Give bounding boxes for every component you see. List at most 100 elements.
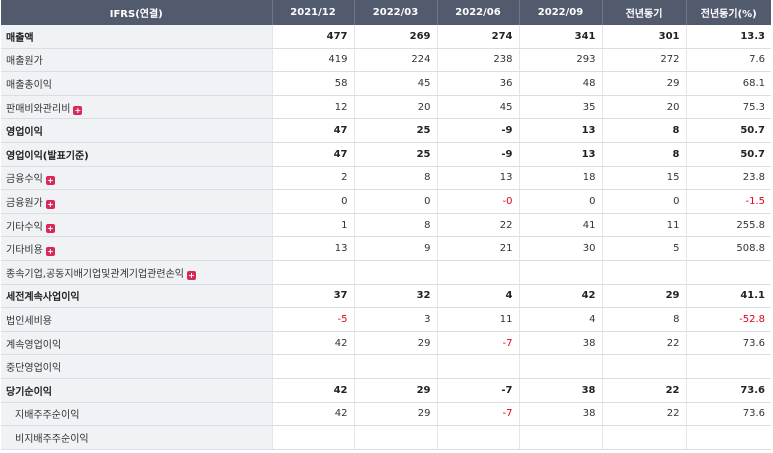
plus-square-icon[interactable]: +	[45, 223, 55, 233]
row-label-cell[interactable]: 금융원가 +	[1, 189, 273, 214]
value-cell: 20	[602, 95, 687, 120]
value-cell: 35	[519, 95, 603, 120]
row-label: 계속영업이익	[6, 339, 62, 351]
value-cell: 29	[354, 402, 438, 427]
value-cell: 42	[272, 378, 355, 403]
row-label: 금융원가	[6, 197, 43, 209]
row-label: 매출총이익	[6, 79, 52, 91]
table-row: 판매비와관리비 +12 20 45 35 20 75.3	[1, 95, 771, 120]
value-cell: 5	[602, 236, 687, 261]
value-cell: 30	[519, 236, 603, 261]
value-cell: -5	[272, 307, 355, 332]
value-cell	[437, 354, 520, 379]
value-cell: 8	[354, 166, 438, 191]
table-row: 법인세비용 -5 3 11 4 8 -52.8	[1, 307, 771, 332]
value-cell: 8	[602, 118, 687, 143]
value-cell: 29	[354, 378, 438, 403]
value-cell: 45	[437, 95, 520, 120]
value-cell: -7	[437, 402, 520, 427]
row-label-cell[interactable]: 종속기업,공동지배기업및관계기업관련손익 +	[1, 260, 273, 285]
row-label: 중단영업이익	[6, 363, 62, 375]
value-cell: 13.3	[686, 25, 771, 49]
value-cell: 41	[519, 213, 603, 238]
plus-square-icon[interactable]: +	[45, 247, 55, 257]
value-cell: 22	[437, 213, 520, 238]
value-cell	[686, 260, 771, 285]
value-cell: -1.5	[686, 189, 771, 214]
value-cell: 13	[437, 166, 520, 191]
table-row: 기타수익 +1 8 22 41 11 255.8	[1, 213, 771, 238]
value-cell: 50.7	[686, 118, 771, 143]
row-label-cell: 당기순이익	[1, 378, 273, 403]
value-cell: -9	[437, 142, 520, 167]
table-row: 금융수익 +2 8 13 18 15 23.8	[1, 166, 771, 191]
value-cell: 8	[602, 307, 687, 332]
value-cell: 255.8	[686, 213, 771, 238]
row-label-cell: 매출원가	[1, 48, 273, 73]
value-cell: 224	[354, 48, 438, 73]
value-cell: 3	[354, 307, 438, 332]
value-cell	[602, 425, 687, 450]
value-cell: 29	[602, 284, 687, 309]
row-label: 매출액	[6, 32, 34, 44]
header-yoy-percent: 전년동기(%)	[686, 0, 771, 25]
value-cell: 29	[354, 331, 438, 356]
plus-square-icon[interactable]: +	[186, 270, 196, 280]
value-cell: 25	[354, 118, 438, 143]
value-cell: 42	[272, 331, 355, 356]
table-row: 영업이익 47 25 -9 13 8 50.7	[1, 118, 771, 143]
value-cell: 42	[272, 402, 355, 427]
value-cell: 419	[272, 48, 355, 73]
header-period: 2022/06	[437, 0, 520, 25]
value-cell: 11	[437, 307, 520, 332]
value-cell: 2	[272, 166, 355, 191]
table-row: 매출액 477 269 274 341 301 13.3	[1, 25, 771, 49]
value-cell: 47	[272, 118, 355, 143]
value-cell: 21	[437, 236, 520, 261]
value-cell	[354, 425, 438, 450]
value-cell: 477	[272, 25, 355, 49]
value-cell: 47	[272, 142, 355, 167]
value-cell: 11	[602, 213, 687, 238]
row-label: 기타비용	[6, 245, 43, 257]
value-cell: 272	[602, 48, 687, 73]
row-label: 세전계속사업이익	[6, 292, 80, 304]
table-row: 종속기업,공동지배기업및관계기업관련손익 +	[1, 260, 771, 285]
row-label-cell: 영업이익(발표기준)	[1, 142, 273, 167]
value-cell: 22	[602, 331, 687, 356]
table-row: 매출총이익 58 45 36 48 29 68.1	[1, 71, 771, 96]
row-label-cell[interactable]: 판매비와관리비 +	[1, 95, 273, 120]
row-label-cell[interactable]: 기타비용 +	[1, 236, 273, 261]
row-label-cell: 매출액	[1, 25, 273, 49]
row-label-cell: 중단영업이익	[1, 354, 273, 379]
plus-square-icon[interactable]: +	[45, 176, 55, 186]
value-cell: 32	[354, 284, 438, 309]
value-cell: 341	[519, 25, 603, 49]
value-cell: 73.6	[686, 378, 771, 403]
table-row: 금융원가 +0 0 -0 0 0 -1.5	[1, 189, 771, 214]
value-cell: 58	[272, 71, 355, 96]
row-label-cell[interactable]: 금융수익 +	[1, 166, 273, 191]
row-label: 종속기업,공동지배기업및관계기업관련손익	[6, 268, 184, 280]
plus-square-icon[interactable]: +	[45, 199, 55, 209]
value-cell: 238	[437, 48, 520, 73]
value-cell: -7	[437, 331, 520, 356]
header-row: IFRS(연결) 2021/12 2022/03 2022/06 2022/09…	[1, 0, 771, 25]
table-row: 세전계속사업이익 37 32 4 42 29 41.1	[1, 284, 771, 309]
value-cell: 15	[602, 166, 687, 191]
value-cell: 4	[519, 307, 603, 332]
value-cell: 73.6	[686, 331, 771, 356]
value-cell: 0	[519, 189, 603, 214]
row-label-cell[interactable]: 기타수익 +	[1, 213, 273, 238]
row-label-cell: 영업이익	[1, 118, 273, 143]
value-cell: 0	[272, 189, 355, 214]
value-cell: 12	[272, 95, 355, 120]
row-label: 지배주주순이익	[15, 410, 80, 422]
value-cell: 50.7	[686, 142, 771, 167]
table-row: 영업이익(발표기준) 47 25 -9 13 8 50.7	[1, 142, 771, 167]
value-cell: 1	[272, 213, 355, 238]
table-row: 당기순이익 42 29 -7 38 22 73.6	[1, 378, 771, 403]
value-cell: 293	[519, 48, 603, 73]
row-label: 기타수익	[6, 221, 43, 233]
plus-square-icon[interactable]: +	[73, 105, 83, 115]
